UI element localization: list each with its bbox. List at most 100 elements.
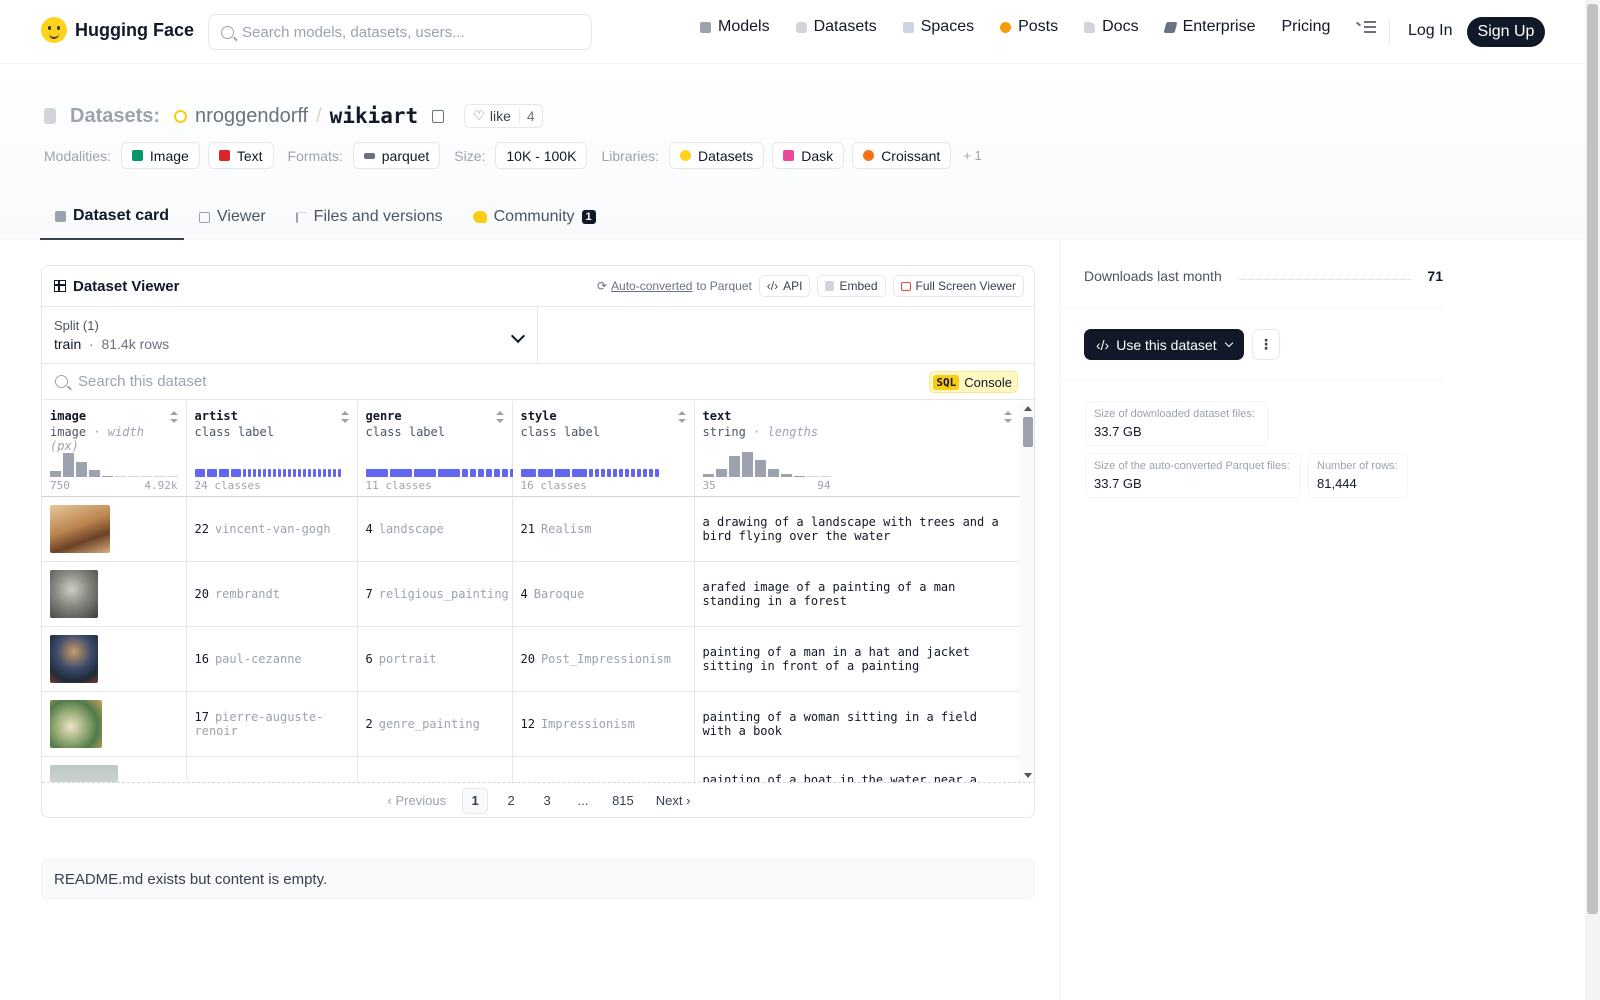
tab-community[interactable]: Community 1 xyxy=(458,194,611,240)
cell-image[interactable] xyxy=(42,561,187,627)
login-link[interactable]: Log In xyxy=(1408,22,1452,40)
histogram-bar[interactable] xyxy=(89,470,100,477)
table-row[interactable]: 22 vincent-van-gogh 4 landscape 21 Realism … xyxy=(42,496,1020,562)
global-search[interactable] xyxy=(208,14,592,50)
auto-converted-link[interactable]: Auto-converted xyxy=(611,279,692,293)
histogram-bar[interactable] xyxy=(702,474,714,477)
histogram-bar[interactable] xyxy=(154,476,165,477)
sql-console-button[interactable]: SQL Console xyxy=(929,371,1018,393)
scroll-down-arrow[interactable] xyxy=(1024,773,1032,778)
histogram-bar[interactable] xyxy=(780,474,792,477)
class-bar[interactable] xyxy=(648,469,653,477)
class-bar[interactable] xyxy=(612,469,617,477)
class-bar[interactable] xyxy=(272,469,276,477)
class-bar[interactable] xyxy=(630,469,635,477)
class-bar[interactable] xyxy=(317,469,321,477)
class-bar[interactable] xyxy=(327,469,331,477)
cell-image[interactable] xyxy=(42,691,187,757)
nav-posts[interactable]: Posts xyxy=(1000,18,1058,36)
histogram-bar[interactable] xyxy=(141,476,152,477)
class-bar[interactable] xyxy=(252,469,256,477)
class-bar[interactable] xyxy=(230,469,241,477)
histogram-bar[interactable] xyxy=(115,476,126,477)
tag-size[interactable]: 10K - 100K xyxy=(495,142,588,169)
class-bar[interactable] xyxy=(277,469,281,477)
class-bar[interactable] xyxy=(520,469,536,477)
histogram-bar[interactable] xyxy=(819,476,831,477)
histogram-bar[interactable] xyxy=(128,476,139,477)
nav-datasets[interactable]: Datasets xyxy=(795,18,877,36)
page-scroll-thumb[interactable] xyxy=(1587,4,1598,914)
tag-lib-croissant[interactable]: Croissant xyxy=(852,142,952,169)
tag-image[interactable]: Image xyxy=(120,142,200,169)
class-bar[interactable] xyxy=(365,469,388,477)
col-style-header[interactable]: style class label 16 classes xyxy=(512,401,695,497)
tag-parquet[interactable]: parquet xyxy=(352,142,441,169)
like-button[interactable]: ♡ like 4 xyxy=(464,104,543,128)
global-search-input[interactable] xyxy=(242,23,572,41)
class-bar[interactable] xyxy=(247,469,251,477)
page-2-button[interactable]: 2 xyxy=(498,788,524,814)
col-genre-header[interactable]: genre class label 11 classes xyxy=(357,401,516,497)
api-button[interactable]: ‹/› API xyxy=(758,275,811,297)
class-bar[interactable] xyxy=(287,469,291,477)
class-bar[interactable] xyxy=(389,469,412,477)
repo-name[interactable]: wikiart xyxy=(330,104,419,128)
class-bar[interactable] xyxy=(312,469,316,477)
sort-icon[interactable] xyxy=(495,411,504,423)
table-row[interactable]: 20 rembrandt 7 religious_painting 4 Baroque… xyxy=(42,561,1020,627)
dataset-search-input[interactable] xyxy=(78,373,778,390)
class-bar[interactable] xyxy=(554,469,570,477)
painting-thumbnail[interactable] xyxy=(50,764,118,782)
class-bar[interactable] xyxy=(437,469,460,477)
col-artist-header[interactable]: artist class label 24 classes xyxy=(186,401,358,497)
table-row[interactable]: painting of a boat in the water near a xyxy=(42,756,1020,782)
histogram-bar[interactable] xyxy=(754,460,766,477)
table-scroll-thumb[interactable] xyxy=(1023,417,1033,447)
previous-page-button[interactable]: ‹ Previous xyxy=(382,788,453,814)
nav-pricing[interactable]: Pricing xyxy=(1281,18,1330,36)
datasets-crumb[interactable]: Datasets: xyxy=(70,105,160,128)
sort-icon[interactable] xyxy=(1003,411,1012,423)
histogram-bar[interactable] xyxy=(102,476,113,477)
tag-text[interactable]: Text xyxy=(207,142,274,169)
fullscreen-button[interactable]: Full Screen Viewer xyxy=(892,275,1024,297)
class-bar[interactable] xyxy=(413,469,436,477)
class-bar[interactable] xyxy=(267,469,271,477)
class-bar[interactable] xyxy=(322,469,326,477)
hf-logo[interactable]: Hugging Face xyxy=(41,17,194,43)
painting-thumbnail[interactable] xyxy=(50,504,110,553)
tag-lib-dask[interactable]: Dask xyxy=(772,142,845,169)
class-bar[interactable] xyxy=(194,469,205,477)
histogram-bar[interactable] xyxy=(63,453,74,477)
page-1-button[interactable]: 1 xyxy=(462,787,489,814)
nav-spaces[interactable]: Spaces xyxy=(902,18,974,36)
histogram-bar[interactable] xyxy=(806,476,818,477)
class-bar[interactable] xyxy=(469,469,476,477)
dataset-search[interactable]: SQLConsole xyxy=(42,364,1034,400)
class-bar[interactable] xyxy=(332,469,336,477)
class-bar[interactable] xyxy=(297,469,301,477)
tab-dataset-card[interactable]: Dataset card xyxy=(40,194,185,240)
class-bar[interactable] xyxy=(624,469,629,477)
class-bar[interactable] xyxy=(571,469,587,477)
class-bar[interactable] xyxy=(618,469,623,477)
class-bar[interactable] xyxy=(282,469,286,477)
class-bar[interactable] xyxy=(588,469,593,477)
class-bar[interactable] xyxy=(537,469,553,477)
class-bar[interactable] xyxy=(206,469,217,477)
signup-button[interactable]: Sign Up xyxy=(1467,17,1545,47)
page-scrollbar[interactable] xyxy=(1585,0,1600,1000)
col-text-header[interactable]: text string · lengths 35 94 xyxy=(694,401,1020,497)
table-row[interactable]: 17 pierre-auguste-renoir 2 genre_painting … xyxy=(42,691,1020,757)
owner-link[interactable]: nroggendorff xyxy=(195,105,308,128)
tag-lib-datasets[interactable]: Datasets xyxy=(669,142,765,169)
class-bar[interactable] xyxy=(485,469,492,477)
painting-thumbnail[interactable] xyxy=(50,634,98,683)
class-bar[interactable] xyxy=(257,469,261,477)
class-bar[interactable] xyxy=(242,469,246,477)
histogram-bar[interactable] xyxy=(793,476,805,477)
nav-enterprise[interactable]: Enterprise xyxy=(1163,18,1255,36)
histogram-bar[interactable] xyxy=(167,476,178,477)
table-row[interactable]: 16 paul-cezanne 6 portrait 20 Post_Impressi… xyxy=(42,626,1020,692)
